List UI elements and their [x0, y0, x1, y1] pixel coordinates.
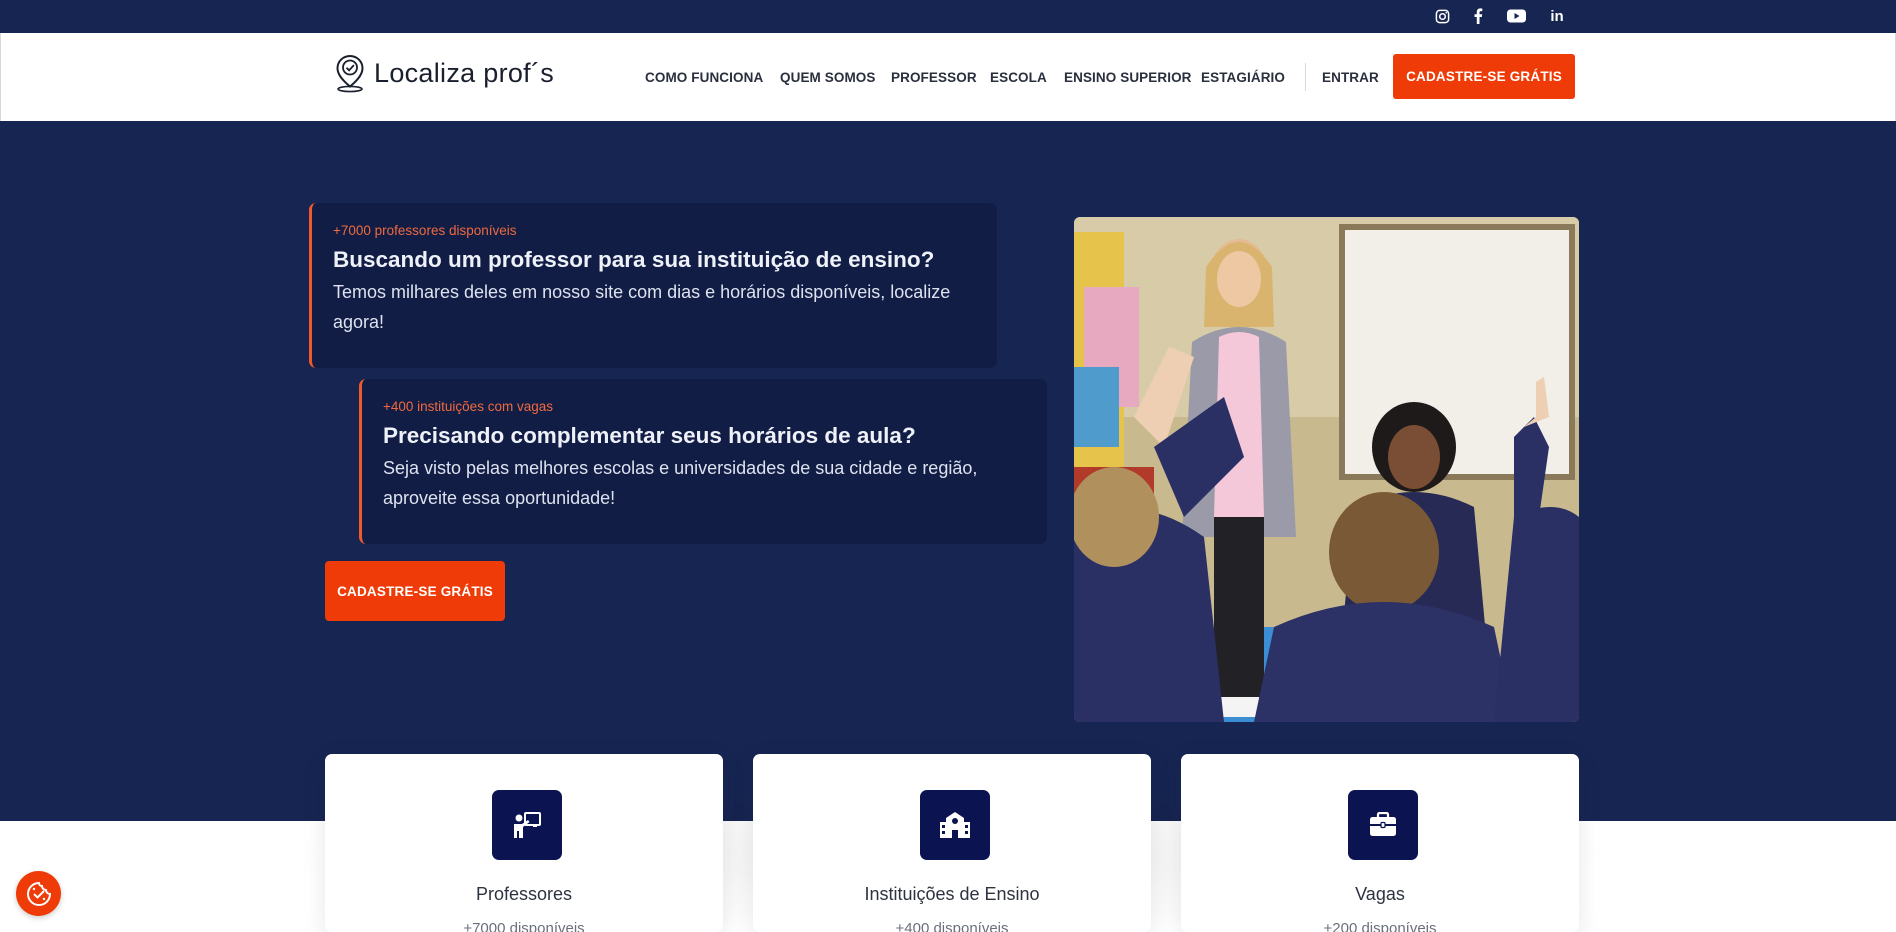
logo-text: Localiza prof´s	[374, 57, 555, 88]
signup-header-button[interactable]: CADASTRE-SE GRÁTIS	[1393, 54, 1575, 99]
institution-count-tag: +400 instituições com vagas	[383, 399, 553, 414]
instagram-icon[interactable]	[1431, 6, 1453, 26]
teacher-search-title: Buscando um professor para sua instituiç…	[333, 247, 935, 272]
feature-title-vagas: Vagas	[1355, 884, 1405, 904]
youtube-icon[interactable]	[1505, 6, 1527, 26]
site-logo[interactable]: Localiza prof´s	[332, 53, 554, 93]
feature-sub-vagas: +200 disponíveis	[1323, 920, 1437, 932]
nav-divider	[1305, 63, 1306, 91]
main-header: Localiza prof´s COMO FUNCIONA QUEM SOMOS…	[0, 33, 1896, 121]
briefcase-icon	[1348, 790, 1418, 860]
teacher-board-icon	[492, 790, 562, 860]
nav-quem-somos[interactable]: QUEM SOMOS	[780, 70, 876, 85]
login-link[interactable]: ENTRAR	[1322, 70, 1379, 85]
nav-professor[interactable]: PROFESSOR	[891, 70, 977, 85]
signup-hero-button[interactable]: CADASTRE-SE GRÁTIS	[325, 561, 505, 621]
top-social-bar: in	[0, 0, 1896, 33]
feature-title-instituicoes: Instituições de Ensino	[864, 884, 1040, 904]
cookie-consent-icon[interactable]	[16, 871, 61, 916]
nav-como-funciona[interactable]: COMO FUNCIONA	[645, 70, 763, 85]
teacher-count-tag: +7000 professores disponíveis	[333, 223, 517, 238]
nav-ensino-superior[interactable]: ENSINO SUPERIOR	[1064, 70, 1192, 85]
school-building-icon	[920, 790, 990, 860]
feature-sub-professores: +7000 disponíveis	[463, 920, 585, 932]
institution-text: Seja visto pelas melhores escolas e univ…	[383, 458, 978, 508]
institution-title: Precisando complementar seus horários de…	[383, 423, 916, 448]
feature-title-professores: Professores	[475, 884, 573, 904]
location-check-icon	[336, 54, 364, 93]
teacher-search-card: +7000 professores disponíveis Buscando u…	[309, 203, 997, 368]
feature-card-instituicoes[interactable]: Instituições de Ensino +400 disponíveis	[753, 754, 1151, 932]
feature-card-professores[interactable]: Professores +7000 disponíveis	[325, 754, 723, 932]
linkedin-icon[interactable]: in	[1546, 6, 1568, 26]
nav-escola[interactable]: ESCOLA	[990, 70, 1047, 85]
feature-card-vagas[interactable]: Vagas +200 disponíveis	[1181, 754, 1579, 932]
facebook-icon[interactable]	[1467, 6, 1489, 26]
nav-estagiario[interactable]: ESTAGIÁRIO	[1201, 70, 1285, 85]
linkedin-label: in	[1550, 7, 1564, 25]
institution-card: +400 instituições com vagas Precisando c…	[359, 379, 1047, 544]
feature-sub-instituicoes: +400 disponíveis	[895, 920, 1009, 932]
teacher-search-text: Temos milhares deles em nosso site com d…	[333, 282, 951, 332]
classroom-photo	[1074, 217, 1579, 722]
